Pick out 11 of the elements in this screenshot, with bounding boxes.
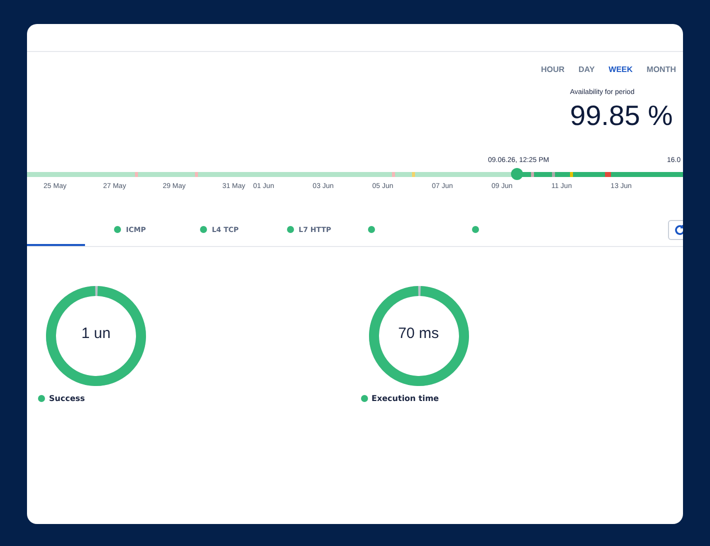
gauge-value: 70 ms bbox=[397, 325, 440, 342]
legend-label: Success bbox=[49, 394, 85, 403]
refresh-icon bbox=[674, 224, 683, 236]
legend-label: Execution time bbox=[372, 394, 439, 403]
availability-value: 99.85 % bbox=[570, 100, 674, 132]
period-tab[interactable]: MONTH bbox=[640, 59, 683, 79]
period-tab[interactable]: HOUR bbox=[534, 59, 572, 79]
gauge-value: 1 un bbox=[80, 325, 112, 342]
period-tab[interactable]: DAY bbox=[572, 59, 602, 79]
period-tab[interactable]: WEEK bbox=[602, 59, 640, 79]
timeline-marker[interactable] bbox=[511, 168, 523, 180]
